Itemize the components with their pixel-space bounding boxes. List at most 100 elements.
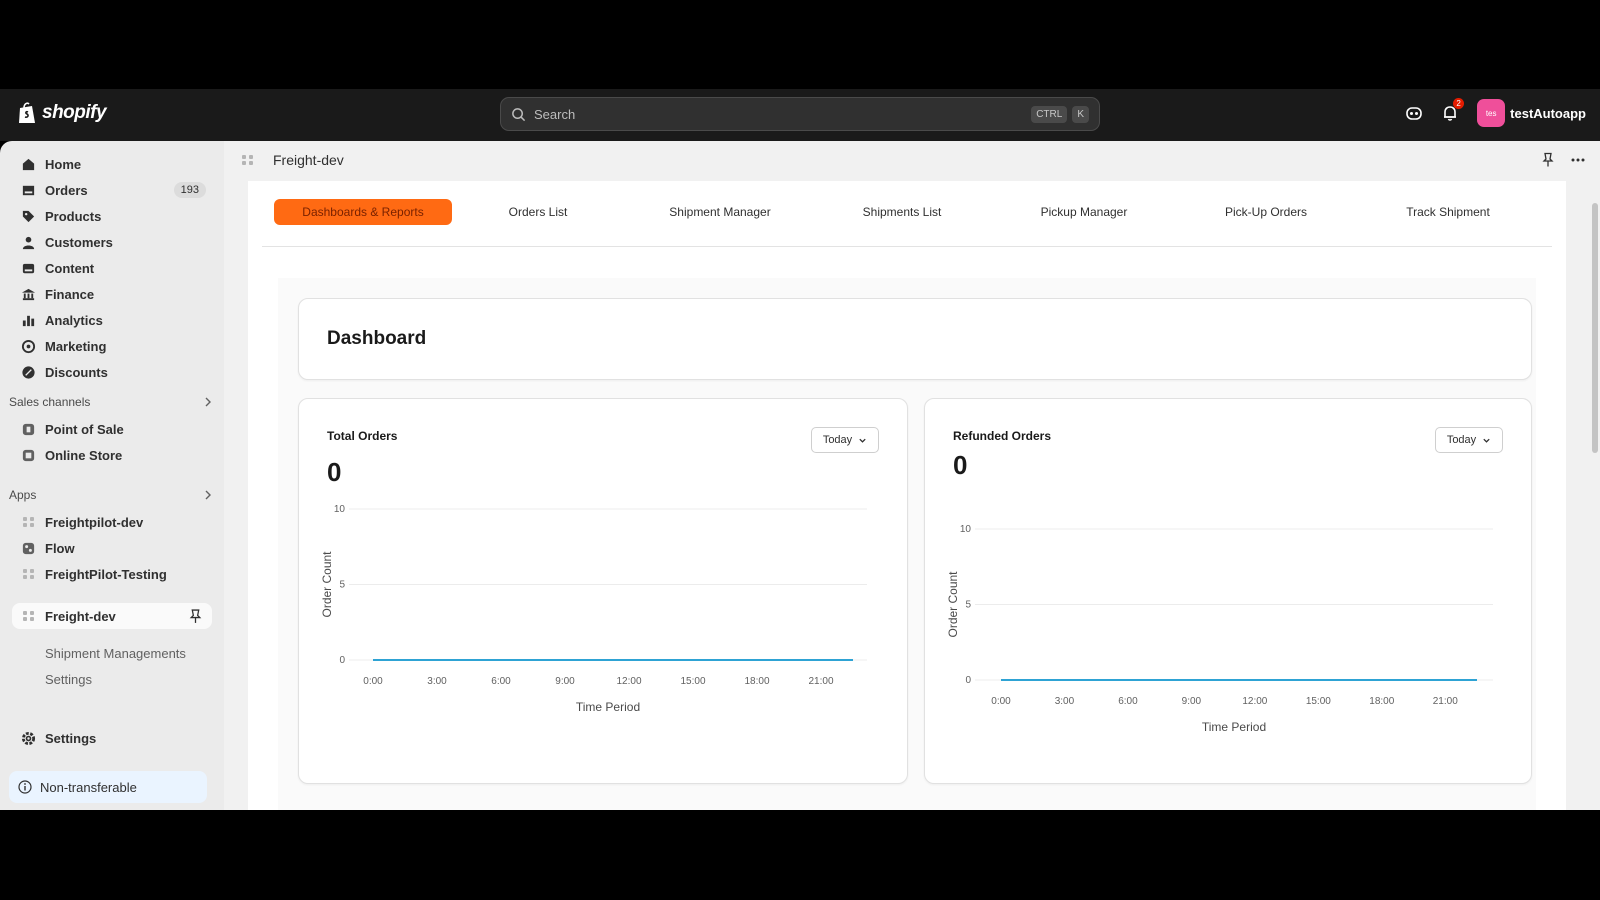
dashboard-header-card: Dashboard <box>298 298 1532 380</box>
search-input[interactable] <box>534 106 1027 122</box>
top-right-controls: 2 tes testAutoapp <box>1405 98 1586 127</box>
x-tick-label: 18:00 <box>1369 696 1394 707</box>
x-tick-label: 0:00 <box>363 676 383 687</box>
section-label: Sales channels <box>9 395 91 409</box>
main-area: Freight-dev Dashboards & Reports Orders … <box>224 141 1600 810</box>
sidebar-item-freight-dev[interactable]: Freight-dev <box>12 603 212 629</box>
sidebar-item-label: Online Store <box>45 447 123 463</box>
sidebar-item-products[interactable]: Products <box>12 203 212 229</box>
x-tick-label: 9:00 <box>555 676 575 687</box>
x-tick-label: 21:00 <box>1433 696 1458 707</box>
x-tick-label: 18:00 <box>744 676 769 687</box>
tab-shipment-manager[interactable]: Shipment Manager <box>644 199 796 225</box>
apps-header[interactable]: Apps <box>9 485 214 505</box>
sidebar-item-label: Point of Sale <box>45 421 124 437</box>
tab-track-shipment[interactable]: Track Shipment <box>1372 199 1524 225</box>
info-icon <box>18 780 32 794</box>
content-icon <box>22 263 35 273</box>
tab-divider <box>262 246 1552 247</box>
pos-icon <box>22 423 35 435</box>
avatar: tes <box>1477 99 1506 127</box>
sidekick-icon[interactable] <box>1405 104 1423 122</box>
sidebar-item-freightpilot-testing[interactable]: FreightPilot-Testing <box>12 561 212 587</box>
orders-count-badge: 193 <box>173 182 206 198</box>
chevron-right-icon <box>205 397 211 407</box>
sidebar-item-point-of-sale[interactable]: Point of Sale <box>12 416 212 442</box>
chevron-right-icon <box>205 490 211 500</box>
total-orders-card: Total Orders 0 Today 0 5 10 0:00 3:00 6:00 9:0… <box>298 398 908 784</box>
sidebar-item-settings[interactable]: Settings <box>12 725 212 751</box>
account-name: testAutoapp <box>1510 105 1586 121</box>
orders-icon <box>22 185 35 195</box>
scrollbar-thumb[interactable] <box>1592 203 1598 453</box>
sidebar-item-orders[interactable]: Orders 193 <box>12 177 212 203</box>
notification-badge: 2 <box>1453 98 1465 109</box>
app-dots-icon <box>21 515 36 530</box>
dashboard-content: Dashboard Total Orders 0 Today 0 5 10 0:00 3… <box>278 278 1536 810</box>
sidebar-item-flow[interactable]: Flow <box>12 535 212 561</box>
section-label: Apps <box>9 488 37 502</box>
top-bar: shopify CTRL K 2 tes testAutoapp <box>0 89 1600 141</box>
search-bar[interactable]: CTRL K <box>500 97 1100 131</box>
non-transferable-banner[interactable]: Non-transferable <box>9 771 207 803</box>
sidebar-item-label: Home <box>45 156 82 172</box>
y-tick-label: 5 <box>965 600 971 611</box>
tab-bar: Dashboards & Reports Orders List Shipmen… <box>262 199 1552 225</box>
x-tick-label: 3:00 <box>427 676 447 687</box>
sidebar-item-marketing[interactable]: Marketing <box>12 333 212 359</box>
app-dots-icon <box>21 609 36 624</box>
store-icon <box>22 449 35 461</box>
tab-shipments-list[interactable]: Shipments List <box>826 199 978 225</box>
y-tick-label: 10 <box>334 504 346 515</box>
x-tick-label: 6:00 <box>1118 696 1138 707</box>
vertical-scrollbar[interactable] <box>1590 181 1600 810</box>
tab-pickup-manager[interactable]: Pickup Manager <box>1008 199 1160 225</box>
sidebar-item-customers[interactable]: Customers <box>12 229 212 255</box>
x-tick-label: 6:00 <box>491 676 511 687</box>
sales-channels-header[interactable]: Sales channels <box>9 392 214 412</box>
shopify-logo[interactable]: shopify <box>17 101 107 125</box>
sidebar-subitem-settings[interactable]: Settings <box>45 672 92 687</box>
target-icon <box>21 339 36 353</box>
pin-icon[interactable] <box>188 608 203 624</box>
notifications-button[interactable]: 2 <box>1441 98 1465 122</box>
sidebar-item-home[interactable]: Home <box>12 151 212 177</box>
tab-pick-up-orders[interactable]: Pick-Up Orders <box>1190 199 1342 225</box>
app-frame: Dashboards & Reports Orders List Shipmen… <box>248 181 1566 810</box>
sidebar-item-label: Marketing <box>45 338 107 354</box>
x-tick-label: 0:00 <box>991 696 1011 707</box>
pin-icon[interactable] <box>1540 152 1556 168</box>
sidebar-item-label: Freightpilot-dev <box>45 514 144 530</box>
bar-chart-icon <box>22 315 35 326</box>
total-orders-chart: 0 5 10 0:00 3:00 6:00 9:00 12:00 15:00 18:00 21:00… <box>320 504 867 714</box>
x-tick-label: 15:00 <box>680 676 705 687</box>
sidebar-item-label: Settings <box>45 730 97 746</box>
more-options-icon[interactable] <box>1570 152 1586 168</box>
sidebar: Home Orders 193 Products Customers Conte… <box>0 141 224 810</box>
sidebar-item-finance[interactable]: Finance <box>12 281 212 307</box>
x-tick-label: 21:00 <box>808 676 833 687</box>
y-tick-label: 0 <box>965 675 971 686</box>
sidebar-item-content[interactable]: Content <box>12 255 212 281</box>
account-menu[interactable]: tes testAutoapp <box>1477 99 1586 127</box>
sidebar-item-freightpilot-dev[interactable]: Freightpilot-dev <box>12 509 212 535</box>
discount-icon <box>22 365 35 379</box>
sidebar-item-label: Analytics <box>45 312 103 328</box>
y-axis-label: Order Count <box>946 571 960 638</box>
sidebar-item-online-store[interactable]: Online Store <box>12 442 212 468</box>
refunded-orders-card: Refunded Orders 0 Today 0 5 10 0:00 3:00 6:00… <box>924 398 1532 784</box>
shopify-bag-icon <box>19 102 35 123</box>
sidebar-item-label: Customers <box>45 234 113 250</box>
tab-orders-list[interactable]: Orders List <box>462 199 614 225</box>
sidebar-subitem-shipment-managements[interactable]: Shipment Managements <box>45 646 186 661</box>
x-tick-label: 9:00 <box>1182 696 1202 707</box>
sidebar-item-analytics[interactable]: Analytics <box>12 307 212 333</box>
flow-icon <box>22 542 35 554</box>
sidebar-item-label: Products <box>45 208 102 224</box>
home-icon <box>22 158 35 170</box>
tab-dashboards-reports[interactable]: Dashboards & Reports <box>274 199 452 225</box>
dashboard-title: Dashboard <box>327 328 427 349</box>
x-tick-label: 12:00 <box>616 676 641 687</box>
sidebar-item-discounts[interactable]: Discounts <box>12 359 212 385</box>
shortcut-ctrl: CTRL <box>1031 105 1068 123</box>
